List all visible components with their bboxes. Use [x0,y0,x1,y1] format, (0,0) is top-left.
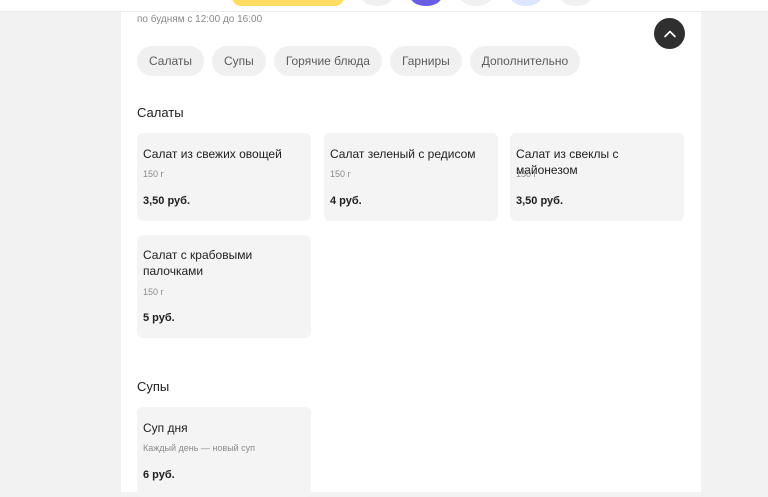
section-title-salads: Салаты [137,105,184,120]
menu-item-price: 3,50 руб. [143,195,191,207]
menu-item-price: 5 руб. [143,312,175,324]
tab-hot-dishes[interactable]: Горячие блюда [273,46,382,76]
menu-item-price: 4 руб. [330,195,362,207]
menu-item-name: Салат из свеклы с майонезом [516,147,619,177]
menu-item-name: Салат с крабовыми палочками [143,248,253,278]
top-bar [0,0,768,12]
menu-item-weight: 150 г [330,169,351,179]
header-circle-button[interactable] [460,0,492,6]
working-hours: по будням с 12:00 до 16:00 [137,14,263,25]
section-title-soups: Супы [137,379,170,394]
tab-salads[interactable]: Салаты [137,46,205,76]
menu-item-weight: 150 г [143,169,164,179]
menu-item-name: Салат из свежих овощей [143,147,282,161]
menu-item-card[interactable]: Салат зеленый с редисом 150 г 4 руб. [324,133,498,221]
menu-item-name: Салат зеленый с редисом [330,147,476,161]
tab-soups[interactable]: Супы [212,46,266,76]
menu-item-card[interactable]: Салат из свежих овощей 150 г 3,50 руб. [137,133,311,221]
menu-item-card[interactable]: Суп дня Каждый день — новый суп 6 руб. [137,407,311,497]
header-action-button[interactable] [232,0,344,6]
header-circle-button[interactable] [560,0,592,6]
menu-item-price: 6 руб. [143,469,175,481]
menu-item-card[interactable]: Салат с крабовыми палочками 150 г 5 руб. [137,235,311,338]
scroll-top-button[interactable] [654,18,685,49]
header-circle-button[interactable] [510,0,542,6]
menu-item-description: Каждый день — новый суп [143,443,256,453]
category-tabs: Салаты Супы Горячие блюда Гарниры Дополн… [137,46,581,76]
menu-item-weight: 150 г [143,287,164,297]
chevron-up-icon [663,30,676,37]
tab-extras[interactable]: Дополнительно [469,46,581,76]
menu-item-card[interactable]: Салат из свеклы с майонезом 150 г 3,50 р… [510,133,684,221]
menu-item-name: Суп дня [143,421,188,435]
tab-side-dishes[interactable]: Гарниры [389,46,462,76]
menu-item-price: 3,50 руб. [516,195,564,207]
header-circle-button[interactable] [410,0,442,6]
menu-item-weight: 150 г [516,169,537,179]
header-circle-button[interactable] [361,0,393,6]
